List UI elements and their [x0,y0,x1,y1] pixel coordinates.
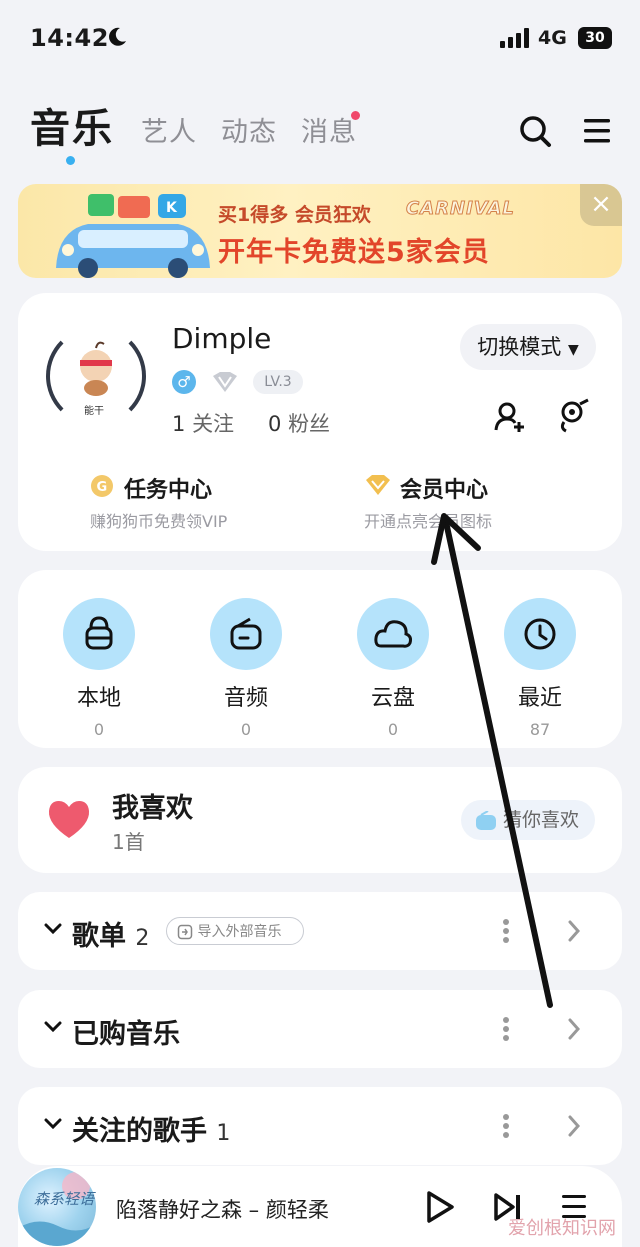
status-time: 14:42 [30,24,109,52]
guess-you-like-button[interactable]: 猜你喜欢 [461,800,595,840]
quick-label: 音频 [223,686,268,711]
battery-indicator: 30 [578,27,612,49]
chevron-down-icon[interactable] [44,1020,62,1034]
karaoke-mic-icon[interactable] [558,398,592,434]
add-friend-icon[interactable] [493,400,527,434]
unread-dot [351,111,360,120]
quick-recent[interactable]: 最近 87 [470,598,610,739]
fans-count: 0 [268,412,282,436]
banner-carnival: CARNIVAL [406,198,515,220]
task-center-title[interactable]: 任务中心 [124,472,212,504]
avatar-caption: 能干 [84,404,104,417]
vip-center-title[interactable]: 会员中心 [400,472,488,504]
male-icon: ♂ [172,370,196,394]
tab-artists[interactable]: 艺人 [141,110,197,149]
quick-count: 87 [529,720,551,739]
favorites-title: 我喜欢 [112,793,193,824]
search-icon[interactable] [518,114,552,148]
section-title-text: 歌单 [72,921,126,952]
more-vert-icon[interactable] [502,918,510,944]
chevron-right-icon[interactable] [566,1016,582,1042]
level-badge: LV.3 [253,370,303,394]
section-count: 2 [135,926,150,951]
active-tab-indicator [66,156,75,165]
banner-headline: 买1得多 会员狂欢 [218,204,371,226]
svg-text:G: G [97,480,108,495]
following-label: 关注 [192,412,235,436]
followed-artists-title: 关注的歌手 1 [72,1109,230,1148]
switch-mode-button[interactable]: 切换模式 ▼ [460,324,596,370]
play-icon[interactable] [424,1190,456,1224]
car-illustration: K [56,194,210,278]
watermark: 爱创根知识网 [508,1218,616,1239]
chevron-right-icon[interactable] [566,918,582,944]
quick-count: 0 [387,720,399,739]
task-center-subtitle: 赚狗狗币免费领VIP [90,512,228,531]
quick-count: 0 [93,720,105,739]
chevron-down-icon[interactable] [44,922,62,936]
quick-local[interactable]: 本地 0 [29,598,169,739]
import-music-button[interactable]: 导入外部音乐 [166,917,304,945]
tab-messages[interactable]: 消息 [301,110,357,149]
quick-label: 本地 [76,686,121,711]
following-count: 1 [172,412,186,436]
import-icon [177,924,193,940]
vip-center-subtitle: 开通点亮会员图标 [364,512,493,531]
diamond-icon [364,474,392,496]
guess-you-like-label: 猜你喜欢 [503,809,580,831]
more-vert-icon[interactable] [502,1016,510,1042]
clock-icon [504,598,576,670]
avatar[interactable]: 能干 [46,326,146,426]
more-vert-icon[interactable] [502,1113,510,1139]
section-count: 1 [216,1121,231,1146]
caret-down-icon: ▼ [567,342,579,358]
tab-music[interactable]: 音乐 [30,96,114,154]
cover-caption: 森系轻语 [34,1190,95,1208]
playlists-title: 歌单 2 [72,914,149,953]
section-title-text: 已购音乐 [72,1019,180,1050]
now-playing-title[interactable]: 陷落静好之森 – 颜轻柔 [116,1194,329,1224]
menu-icon[interactable] [582,116,612,146]
moon-icon [106,26,128,48]
banner-offer: 开年卡免费送5家会员 [218,237,490,268]
quick-audio[interactable]: 音频 0 [176,598,316,739]
fans-label: 粉丝 [288,412,331,436]
vip-diamond-icon[interactable] [210,370,240,394]
favorites-count: 1首 [112,830,145,854]
quick-label: 最近 [517,686,562,711]
lock-bag-icon [63,598,135,670]
chevron-right-icon[interactable] [566,1113,582,1139]
radio-icon [210,598,282,670]
tab-feed[interactable]: 动态 [221,110,277,149]
cloud-icon [357,598,429,670]
section-title-text: 关注的歌手 [72,1116,207,1147]
quick-label: 云盘 [370,686,415,711]
signal-icon [500,28,532,48]
fans-stat[interactable]: 0 粉丝 [268,408,330,438]
radio-icon [475,810,497,831]
switch-mode-label: 切换模式 [477,335,562,359]
network-type: 4G [538,27,567,49]
svg-text:K: K [166,200,178,216]
username: Dimple [172,322,272,355]
quick-count: 0 [240,720,252,739]
close-icon[interactable]: × [580,184,622,226]
coin-icon: G [90,474,114,498]
quick-cloud[interactable]: 云盘 0 [323,598,463,739]
purchased-title: 已购音乐 [72,1012,180,1051]
chevron-down-icon[interactable] [44,1117,62,1131]
heart-icon [46,798,92,840]
following-stat[interactable]: 1 关注 [172,408,234,438]
import-music-label: 导入外部音乐 [197,924,282,940]
